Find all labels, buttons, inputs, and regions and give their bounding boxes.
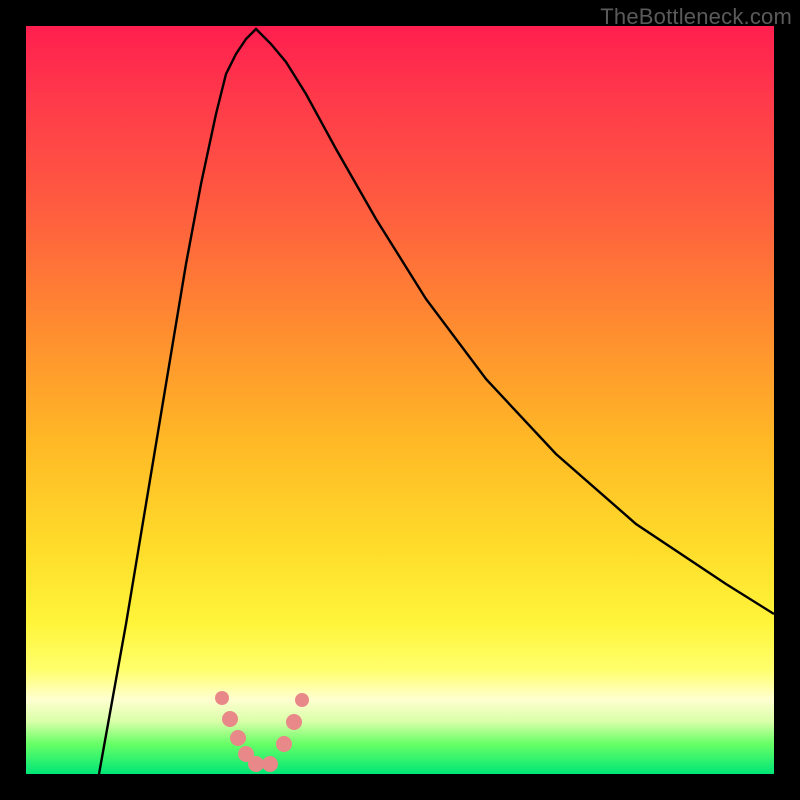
curve-marker bbox=[276, 736, 292, 752]
chart-plot-area bbox=[26, 26, 774, 774]
curve-markers bbox=[215, 691, 309, 772]
bottleneck-curve bbox=[26, 26, 774, 774]
curve-path bbox=[99, 29, 774, 774]
curve-marker bbox=[262, 756, 278, 772]
curve-marker bbox=[248, 756, 264, 772]
curve-marker bbox=[230, 730, 246, 746]
curve-marker bbox=[215, 691, 229, 705]
curve-marker bbox=[286, 714, 302, 730]
watermark-text: TheBottleneck.com bbox=[600, 4, 792, 30]
curve-marker bbox=[295, 693, 309, 707]
curve-marker bbox=[222, 711, 238, 727]
